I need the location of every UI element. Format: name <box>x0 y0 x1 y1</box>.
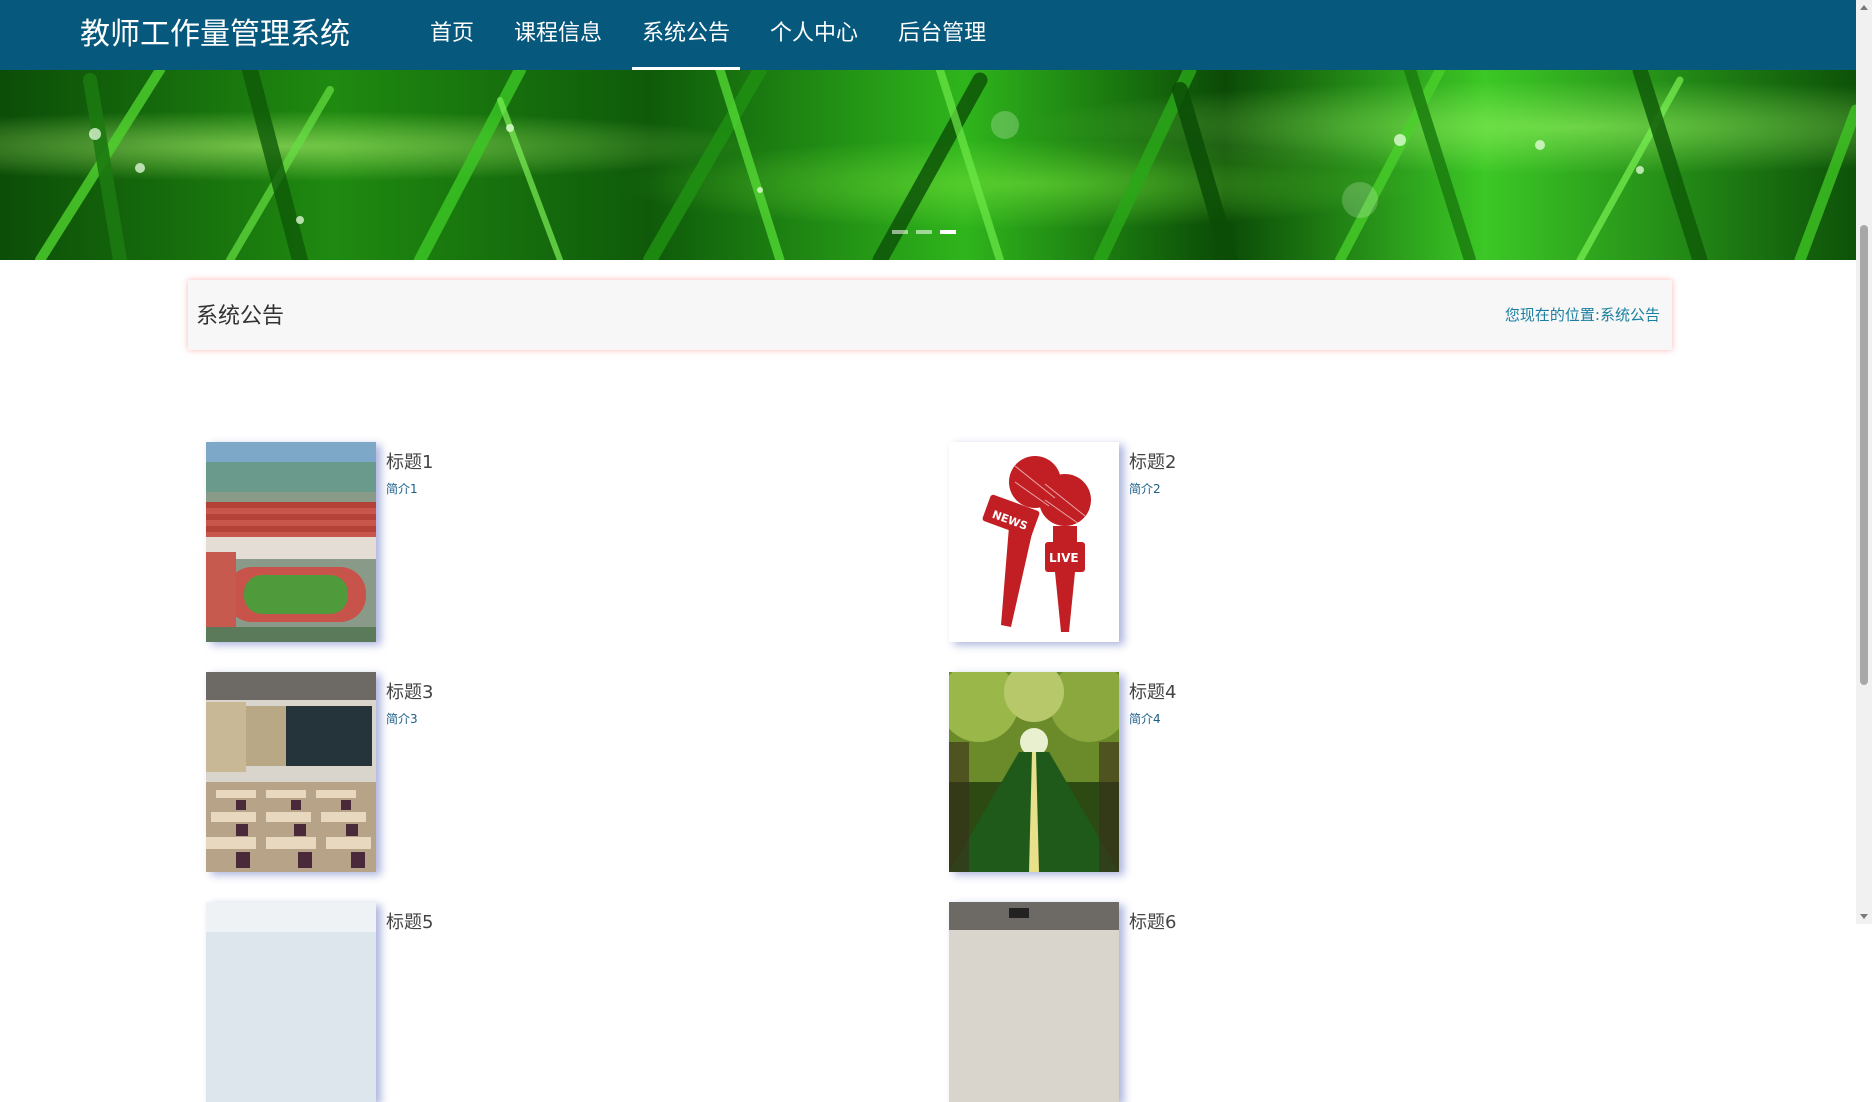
notice-thumbnail-classroom[interactable] <box>206 672 376 872</box>
nav-item-courses[interactable]: 课程信息 <box>494 0 622 70</box>
svg-text:LIVE: LIVE <box>1049 551 1079 565</box>
breadcrumb-prefix: 您现在的位置: <box>1504 306 1600 324</box>
notice-card[interactable]: 标题4 简介4 <box>949 672 1549 872</box>
banner-carousel[interactable] <box>0 70 1856 260</box>
scrollbar-thumb[interactable] <box>1860 225 1868 685</box>
notice-card[interactable]: 标题1 简介1 <box>206 442 806 642</box>
notice-summary: 简介4 <box>1129 712 1161 726</box>
notice-title[interactable]: 标题5 <box>386 908 433 934</box>
notice-thumbnail-tree-road[interactable] <box>949 672 1119 872</box>
notice-summary: 简介2 <box>1129 482 1161 496</box>
carousel-indicators <box>892 230 956 234</box>
breadcrumb-current-link[interactable]: 系统公告 <box>1600 306 1660 324</box>
site-title[interactable]: 教师工作量管理系统 <box>80 15 350 55</box>
nav-item-personal-center[interactable]: 个人中心 <box>750 0 878 70</box>
breadcrumb: 您现在的位置:系统公告 <box>1505 304 1660 325</box>
scroll-down-arrow-icon[interactable] <box>1860 914 1868 919</box>
notice-title[interactable]: 标题4 <box>1129 678 1176 704</box>
notice-thumbnail-campus[interactable] <box>206 442 376 642</box>
main-nav: 首页 课程信息 系统公告 个人中心 后台管理 <box>410 0 1006 70</box>
notice-title[interactable]: 标题1 <box>386 448 433 474</box>
notice-thumbnail-news-live[interactable]: NEWS LIVE <box>949 442 1119 642</box>
notice-card[interactable]: 标题5 <box>206 902 806 1102</box>
nav-item-admin[interactable]: 后台管理 <box>878 0 1006 70</box>
notice-card[interactable]: NEWS LIVE 标题2 简介2 <box>949 442 1549 642</box>
section-title: 系统公告 <box>196 304 285 329</box>
notice-summary: 简介1 <box>386 482 418 496</box>
carousel-dot[interactable] <box>916 230 932 234</box>
nav-item-announcements[interactable]: 系统公告 <box>622 0 750 70</box>
notice-thumbnail-sky[interactable] <box>206 902 376 1102</box>
carousel-dot-active[interactable] <box>940 230 956 234</box>
notice-title[interactable]: 标题6 <box>1129 908 1176 934</box>
scroll-up-arrow-icon[interactable] <box>1860 5 1868 10</box>
notice-title[interactable]: 标题2 <box>1129 448 1176 474</box>
page-scrollbar[interactable] <box>1856 0 1872 924</box>
top-navbar: 教师工作量管理系统 首页 课程信息 系统公告 个人中心 后台管理 <box>0 0 1856 70</box>
notice-title[interactable]: 标题3 <box>386 678 433 704</box>
nav-item-home[interactable]: 首页 <box>410 0 494 70</box>
notice-thumbnail-classroom[interactable] <box>949 902 1119 1102</box>
notice-card[interactable]: 标题3 简介3 <box>206 672 806 872</box>
notice-summary: 简介3 <box>386 712 418 726</box>
carousel-dot[interactable] <box>892 230 908 234</box>
section-header: 系统公告 您现在的位置:系统公告 <box>188 280 1672 350</box>
notice-card[interactable]: 标题6 <box>949 902 1549 1102</box>
